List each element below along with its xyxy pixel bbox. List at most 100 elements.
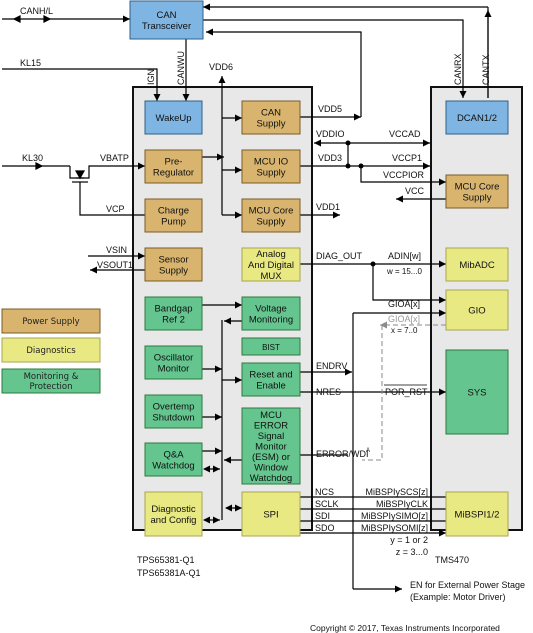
block-analog-digital-mux: AnalogAnd DigitalMUX bbox=[241, 247, 301, 282]
signal-vdd5: VDD5 bbox=[318, 104, 342, 114]
block-sensor-supply: SensorSupply bbox=[144, 247, 203, 282]
block-mcu-core-supply-tms: MCU CoreSupply bbox=[445, 174, 509, 209]
block-oscillator-monitor: OscillatorMonitor bbox=[144, 345, 203, 380]
block-label: Monitoring bbox=[249, 315, 293, 326]
block-label: Analog bbox=[256, 249, 286, 260]
block-label: CAN bbox=[261, 108, 281, 119]
legend-label: Power Supply bbox=[22, 317, 79, 327]
block-esm: MCUERRORSignalMonitor(ESM) orWindowWatch… bbox=[241, 407, 301, 485]
signal-ign: IGN bbox=[146, 69, 156, 85]
block-label: SYS bbox=[467, 388, 486, 399]
external-en-label-2: (Example: Motor Driver) bbox=[410, 592, 506, 602]
signal-error-wdi: ERROR/WDI bbox=[316, 449, 369, 459]
block-label: Pump bbox=[161, 217, 186, 228]
block-label: Transceiver bbox=[142, 21, 191, 32]
block-label: ERROR bbox=[254, 421, 288, 432]
signal-canrx: CANRX bbox=[453, 53, 463, 85]
block-label: And Digital bbox=[248, 260, 294, 271]
block-label: Supply bbox=[256, 217, 285, 228]
tps-chip-label-1: TPS65381-Q1 bbox=[137, 555, 195, 565]
block-label: Ref 2 bbox=[162, 315, 185, 326]
signal-y-range: y = 1 or 2 bbox=[390, 535, 428, 545]
signal-diag-out: DIAG_OUT bbox=[316, 251, 363, 261]
block-label: Supply bbox=[159, 266, 188, 277]
block-bandgap-ref: BandgapRef 2 bbox=[144, 296, 203, 331]
block-label: Regulator bbox=[153, 168, 194, 179]
block-label: Reset and bbox=[249, 370, 292, 381]
block-label: Supply bbox=[256, 168, 285, 179]
block-label: Supply bbox=[256, 119, 285, 130]
block-label: Watchdog bbox=[250, 473, 292, 484]
legend-label: Monitoring & bbox=[24, 372, 79, 382]
block-label: Supply bbox=[462, 193, 491, 204]
block-label: Overtemp bbox=[153, 402, 195, 413]
signal-kl15: KL15 bbox=[20, 58, 41, 68]
signal-x-range: x = 7..0 bbox=[391, 326, 418, 335]
legend-item-power-supply: Power Supply bbox=[1, 308, 101, 334]
signal-vddio: VDDIO bbox=[316, 129, 345, 139]
legend-label: Diagnostics bbox=[26, 346, 76, 356]
signal-vdd1: VDD1 bbox=[316, 202, 340, 212]
signal-error-wdi-footnote: A bbox=[366, 448, 370, 454]
block-label: Window bbox=[254, 463, 288, 474]
block-label: Signal bbox=[258, 431, 284, 442]
legend: Power Supply Diagnostics Monitoring &Prote… bbox=[1, 308, 101, 394]
block-label: MCU Core bbox=[249, 206, 294, 217]
block-mcu-io-supply: MCU IOSupply bbox=[241, 149, 301, 184]
signal-vbatp: VBATP bbox=[100, 153, 129, 163]
signal-gioa-x-dashed: GIOA[x] bbox=[388, 314, 420, 324]
block-label: WakeUp bbox=[155, 113, 191, 124]
block-overtemp-shutdown: OvertempShutdown bbox=[144, 394, 203, 429]
signal-adin: ADIN[w] bbox=[388, 251, 421, 261]
signal-vccpior: VCCPIOR bbox=[383, 170, 425, 180]
block-label: MiBSPI1/2 bbox=[455, 510, 500, 521]
block-label: Voltage bbox=[255, 304, 287, 315]
block-label: SPI bbox=[263, 510, 278, 521]
signal-sdi: SDI bbox=[315, 511, 330, 521]
block-label: MCU IO bbox=[254, 157, 288, 168]
signal-ncs: NCS bbox=[315, 487, 334, 497]
signal-kl30: KL30 bbox=[22, 153, 43, 163]
copyright: Copyright © 2017, Texas Instruments Inco… bbox=[310, 623, 500, 633]
signal-sclk: SCLK bbox=[315, 499, 339, 509]
block-pre-regulator: Pre-Regulator bbox=[144, 149, 203, 184]
signal-mibspi-scs: MiBSPIySCS[z] bbox=[365, 487, 428, 497]
block-wakeup: WakeUp bbox=[144, 100, 203, 135]
block-label: (ESM) or bbox=[252, 452, 290, 463]
block-gio: GIO bbox=[445, 289, 509, 331]
signal-nres: NRES bbox=[316, 387, 341, 397]
legend-item-diagnostics: Diagnostics bbox=[1, 337, 101, 363]
tps-chip-label-2: TPS65381A-Q1 bbox=[137, 568, 201, 578]
block-can-transceiver: CANTransceiver bbox=[129, 0, 204, 40]
block-mcu-core-supply-tps: MCU CoreSupply bbox=[241, 198, 301, 233]
junction-dots bbox=[345, 140, 376, 267]
block-label: and Config bbox=[151, 515, 197, 526]
block-diagram: CANTransceiverWakeUp CANSupplyPre-Regulat… bbox=[1, 0, 525, 633]
signal-canhl: CANH/L bbox=[20, 6, 53, 16]
block-label: Monitor bbox=[158, 364, 190, 375]
signal-endrv: ENDRV bbox=[316, 361, 347, 371]
signal-gioa-x: GIOA[x] bbox=[388, 299, 420, 309]
block-label: MibADC bbox=[459, 260, 495, 271]
signal-vdd6: VDD6 bbox=[209, 62, 233, 72]
block-can-supply: CANSupply bbox=[241, 100, 301, 135]
block-label: Oscillator bbox=[154, 353, 194, 364]
signal-mibspi-simo: MiBSPIySIMO[z] bbox=[361, 511, 428, 521]
block-qa-watchdog: Q&AWatchdog bbox=[144, 442, 203, 477]
block-label: DCAN1/2 bbox=[457, 113, 497, 124]
signal-cantx: CANTX bbox=[481, 54, 491, 85]
block-reset-enable: Reset andEnable bbox=[241, 362, 301, 397]
block-label: BIST bbox=[262, 343, 280, 352]
signal-vccad: VCCAD bbox=[389, 129, 421, 139]
signal-mibspi-somi: MiBSPIySOMI[z] bbox=[361, 523, 428, 533]
block-label: Pre- bbox=[165, 157, 183, 168]
tms-chip-label: TMS470 bbox=[435, 555, 469, 565]
block-label: Sensor bbox=[158, 255, 188, 266]
block-bist: BIST bbox=[241, 337, 301, 356]
block-label: MCU Core bbox=[455, 182, 500, 193]
block-spi: SPI bbox=[241, 491, 301, 537]
block-label: CAN bbox=[156, 10, 176, 21]
block-label: Diagnostic bbox=[151, 504, 196, 515]
block-label: Watchdog bbox=[152, 461, 194, 472]
block-sys: SYS bbox=[445, 349, 509, 435]
